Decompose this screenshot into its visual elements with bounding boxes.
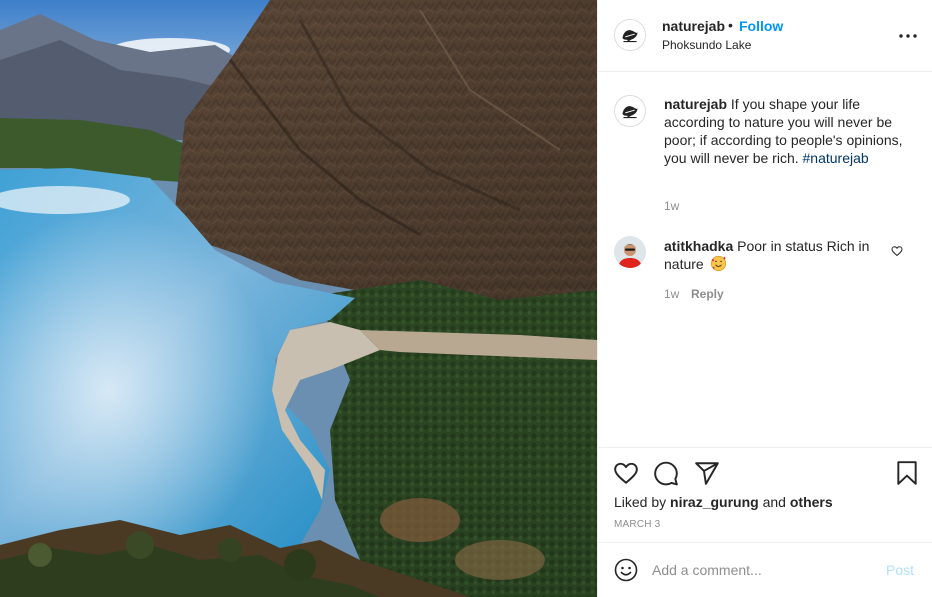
naturejab-logo-icon xyxy=(615,20,645,50)
bookmark-icon[interactable] xyxy=(894,460,920,486)
liked-by-others[interactable]: others xyxy=(790,494,833,510)
liked-by-text: Liked by niraz_gurung and others xyxy=(614,494,833,510)
comment-username[interactable]: atitkhadka xyxy=(664,238,733,254)
comment-bubble-icon[interactable] xyxy=(653,460,679,486)
author-avatar[interactable] xyxy=(614,19,646,51)
caption-hashtag[interactable]: #naturejab xyxy=(803,150,869,166)
comment-text: atitkhadka Poor in status Rich in nature xyxy=(664,237,886,273)
author-username[interactable]: naturejab xyxy=(662,18,725,34)
naturejab-logo-icon xyxy=(615,96,645,126)
lake-landscape-image xyxy=(0,0,597,597)
commenter-photo-icon xyxy=(614,236,646,268)
post-date[interactable]: MARCH 3 xyxy=(614,519,660,530)
caption-timestamp[interactable]: 1w xyxy=(664,199,679,213)
post-header: naturejab • Follow Phoksundo Lake xyxy=(598,0,932,72)
liked-by-joiner: and xyxy=(762,494,786,510)
emoji-smile-icon[interactable] xyxy=(614,558,638,582)
post-location[interactable]: Phoksundo Lake xyxy=(662,38,751,52)
post-photo[interactable] xyxy=(0,0,597,597)
heart-icon[interactable] xyxy=(613,460,639,486)
post-side-panel: naturejab • Follow Phoksundo Lake nature… xyxy=(597,0,932,597)
caption-author-avatar[interactable] xyxy=(614,95,646,127)
follow-button[interactable]: Follow xyxy=(739,18,783,34)
paper-plane-icon[interactable] xyxy=(694,460,720,486)
instagram-post: naturejab • Follow Phoksundo Lake nature… xyxy=(0,0,932,597)
liked-by-user[interactable]: niraz_gurung xyxy=(670,494,759,510)
caption-username[interactable]: naturejab xyxy=(664,96,727,112)
commenter-avatar[interactable] xyxy=(614,236,646,268)
post-comment-button[interactable]: Post xyxy=(886,562,914,578)
smiling-face-with-hearts-icon xyxy=(710,255,726,272)
reply-button[interactable]: Reply xyxy=(691,287,724,301)
caption-text: naturejab If you shape your life accordi… xyxy=(664,95,909,167)
header-separator: • xyxy=(728,17,733,33)
comment-input[interactable] xyxy=(652,559,872,581)
add-comment-bar: Post xyxy=(598,542,932,597)
comment-timestamp[interactable]: 1w xyxy=(664,287,679,301)
comment-like-heart-icon[interactable] xyxy=(891,245,903,257)
liked-by-prefix: Liked by xyxy=(614,494,667,510)
more-options-icon[interactable] xyxy=(898,26,918,46)
